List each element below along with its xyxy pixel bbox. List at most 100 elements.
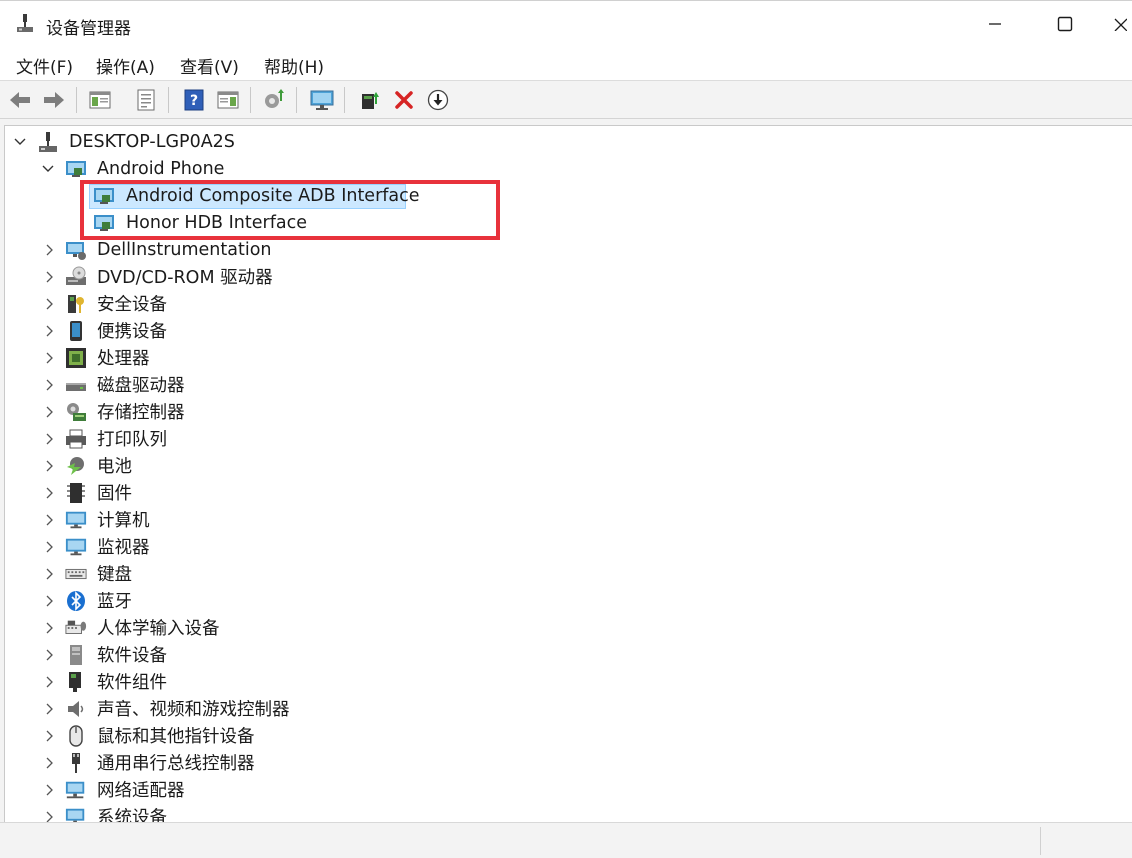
menu-help[interactable]: 帮助(H) (264, 53, 324, 78)
tree-category-dellinstrumentation[interactable]: DellInstrumentation (5, 236, 605, 263)
show-hide-tree-icon[interactable] (88, 88, 112, 112)
chevron-right-icon[interactable] (43, 540, 57, 554)
tree-category-security[interactable]: 安全设备 (5, 290, 605, 317)
tree-category-mice[interactable]: 鼠标和其他指针设备 (5, 722, 605, 749)
category-label: DellInstrumentation (97, 239, 272, 260)
category-label: 电池 (97, 457, 132, 477)
chevron-right-icon[interactable] (43, 675, 57, 689)
chevron-right-icon[interactable] (43, 648, 57, 662)
category-label: 网络适配器 (97, 781, 185, 801)
category-label: 便携设备 (97, 322, 167, 342)
keyboard-icon (65, 563, 87, 585)
chevron-right-icon[interactable] (43, 810, 57, 823)
mouse-icon (65, 724, 87, 747)
forward-icon[interactable] (42, 88, 66, 112)
chevron-right-icon[interactable] (43, 621, 57, 635)
tree-category-hid[interactable]: 人体学输入设备 (5, 614, 605, 641)
chevron-right-icon[interactable] (43, 513, 57, 527)
tree-root[interactable]: DESKTOP-LGP0A2S (5, 128, 605, 155)
tree-category-monitors[interactable]: 监视器 (5, 533, 605, 560)
category-label: 处理器 (97, 349, 150, 369)
category-label: 存储控制器 (97, 403, 185, 423)
chevron-right-icon[interactable] (43, 297, 57, 311)
chevron-down-icon[interactable] (41, 162, 55, 176)
tree-category-print-queues[interactable]: 打印队列 (5, 425, 605, 452)
chevron-right-icon[interactable] (43, 324, 57, 338)
tree-category-computer[interactable]: 计算机 (5, 506, 605, 533)
chevron-right-icon[interactable] (43, 405, 57, 419)
back-icon[interactable] (8, 88, 32, 112)
chevron-right-icon[interactable] (43, 756, 57, 770)
maximize-button[interactable] (1042, 1, 1088, 47)
disable-icon[interactable] (426, 88, 450, 112)
category-label: 蓝牙 (97, 592, 132, 612)
menu-bar: 文件(F) 操作(A) 查看(V) 帮助(H) (0, 46, 1132, 80)
battery-icon (65, 455, 87, 477)
tree-category-disk-drives[interactable]: 磁盘驱动器 (5, 371, 605, 398)
annotation-highlight-box (80, 180, 500, 240)
chevron-down-icon[interactable] (13, 135, 27, 149)
action-pane-icon[interactable] (216, 88, 240, 112)
tree-category-keyboards[interactable]: 键盘 (5, 560, 605, 587)
tree-category-usb-controllers[interactable]: 通用串行总线控制器 (5, 749, 605, 776)
tree-category-software-devices[interactable]: 软件设备 (5, 641, 605, 668)
category-label: 声音、视频和游戏控制器 (97, 700, 290, 720)
help-icon[interactable]: ? (182, 88, 206, 112)
tree-category-network-adapters[interactable]: 网络适配器 (5, 776, 605, 803)
tree-category-processor[interactable]: 处理器 (5, 344, 605, 371)
hid-icon (65, 617, 87, 639)
title-bar: 设备管理器 (0, 0, 1132, 46)
chevron-right-icon[interactable] (43, 270, 57, 284)
tree-category-sound[interactable]: 声音、视频和游戏控制器 (5, 695, 605, 722)
category-label: DVD/CD-ROM 驱动器 (97, 268, 273, 288)
chevron-right-icon[interactable] (43, 783, 57, 797)
chevron-right-icon[interactable] (43, 594, 57, 608)
category-label: 人体学输入设备 (97, 619, 220, 639)
tree-category-firmware[interactable]: 固件 (5, 479, 605, 506)
chevron-right-icon[interactable] (43, 486, 57, 500)
category-label: 系统设备 (97, 808, 167, 822)
tree-category-battery[interactable]: 电池 (5, 452, 605, 479)
menu-view[interactable]: 查看(V) (180, 53, 239, 78)
android-phone-icon (65, 158, 87, 180)
menu-file[interactable]: 文件(F) (16, 53, 73, 78)
update-driver-icon[interactable] (358, 88, 382, 112)
chevron-right-icon[interactable] (43, 702, 57, 716)
chevron-right-icon[interactable] (43, 243, 57, 257)
properties-icon[interactable] (134, 88, 158, 112)
close-button[interactable] (1108, 1, 1132, 47)
chevron-right-icon[interactable] (43, 432, 57, 446)
cpu-icon (65, 347, 87, 369)
monitor-icon (65, 536, 87, 558)
status-segment (1040, 827, 1041, 855)
monitor-icon[interactable] (310, 88, 334, 112)
tree-category-portable[interactable]: 便携设备 (5, 317, 605, 344)
minimize-button[interactable] (972, 1, 1018, 47)
tree-category-software-components[interactable]: 软件组件 (5, 668, 605, 695)
scan-hardware-icon[interactable] (262, 88, 286, 112)
tree-category-storage-controllers[interactable]: 存储控制器 (5, 398, 605, 425)
chevron-right-icon[interactable] (43, 378, 57, 392)
menu-action[interactable]: 操作(A) (96, 53, 155, 78)
chevron-right-icon[interactable] (43, 459, 57, 473)
window-title: 设备管理器 (46, 19, 131, 39)
tree-category-dvd-cdrom[interactable]: DVD/CD-ROM 驱动器 (5, 263, 605, 290)
category-label: 固件 (97, 484, 132, 504)
tree-category-bluetooth[interactable]: 蓝牙 (5, 587, 605, 614)
chevron-right-icon[interactable] (43, 351, 57, 365)
chevron-right-icon[interactable] (43, 567, 57, 581)
tree-category-system-devices[interactable]: 系统设备 (5, 803, 605, 822)
category-label: 磁盘驱动器 (97, 376, 185, 396)
usb-plug-icon (65, 752, 87, 774)
uninstall-icon[interactable] (392, 88, 416, 112)
device-manager-app-icon (16, 13, 34, 33)
dell-instrumentation-icon (65, 239, 87, 261)
tree-category-android-phone[interactable]: Android Phone (5, 155, 605, 182)
computer-icon (65, 509, 87, 531)
chevron-right-icon[interactable] (43, 729, 57, 743)
category-label: 通用串行总线控制器 (97, 754, 255, 774)
category-label: 打印队列 (97, 430, 167, 450)
status-bar (0, 822, 1132, 858)
disk-drive-icon (65, 374, 87, 396)
system-device-icon (65, 806, 87, 822)
